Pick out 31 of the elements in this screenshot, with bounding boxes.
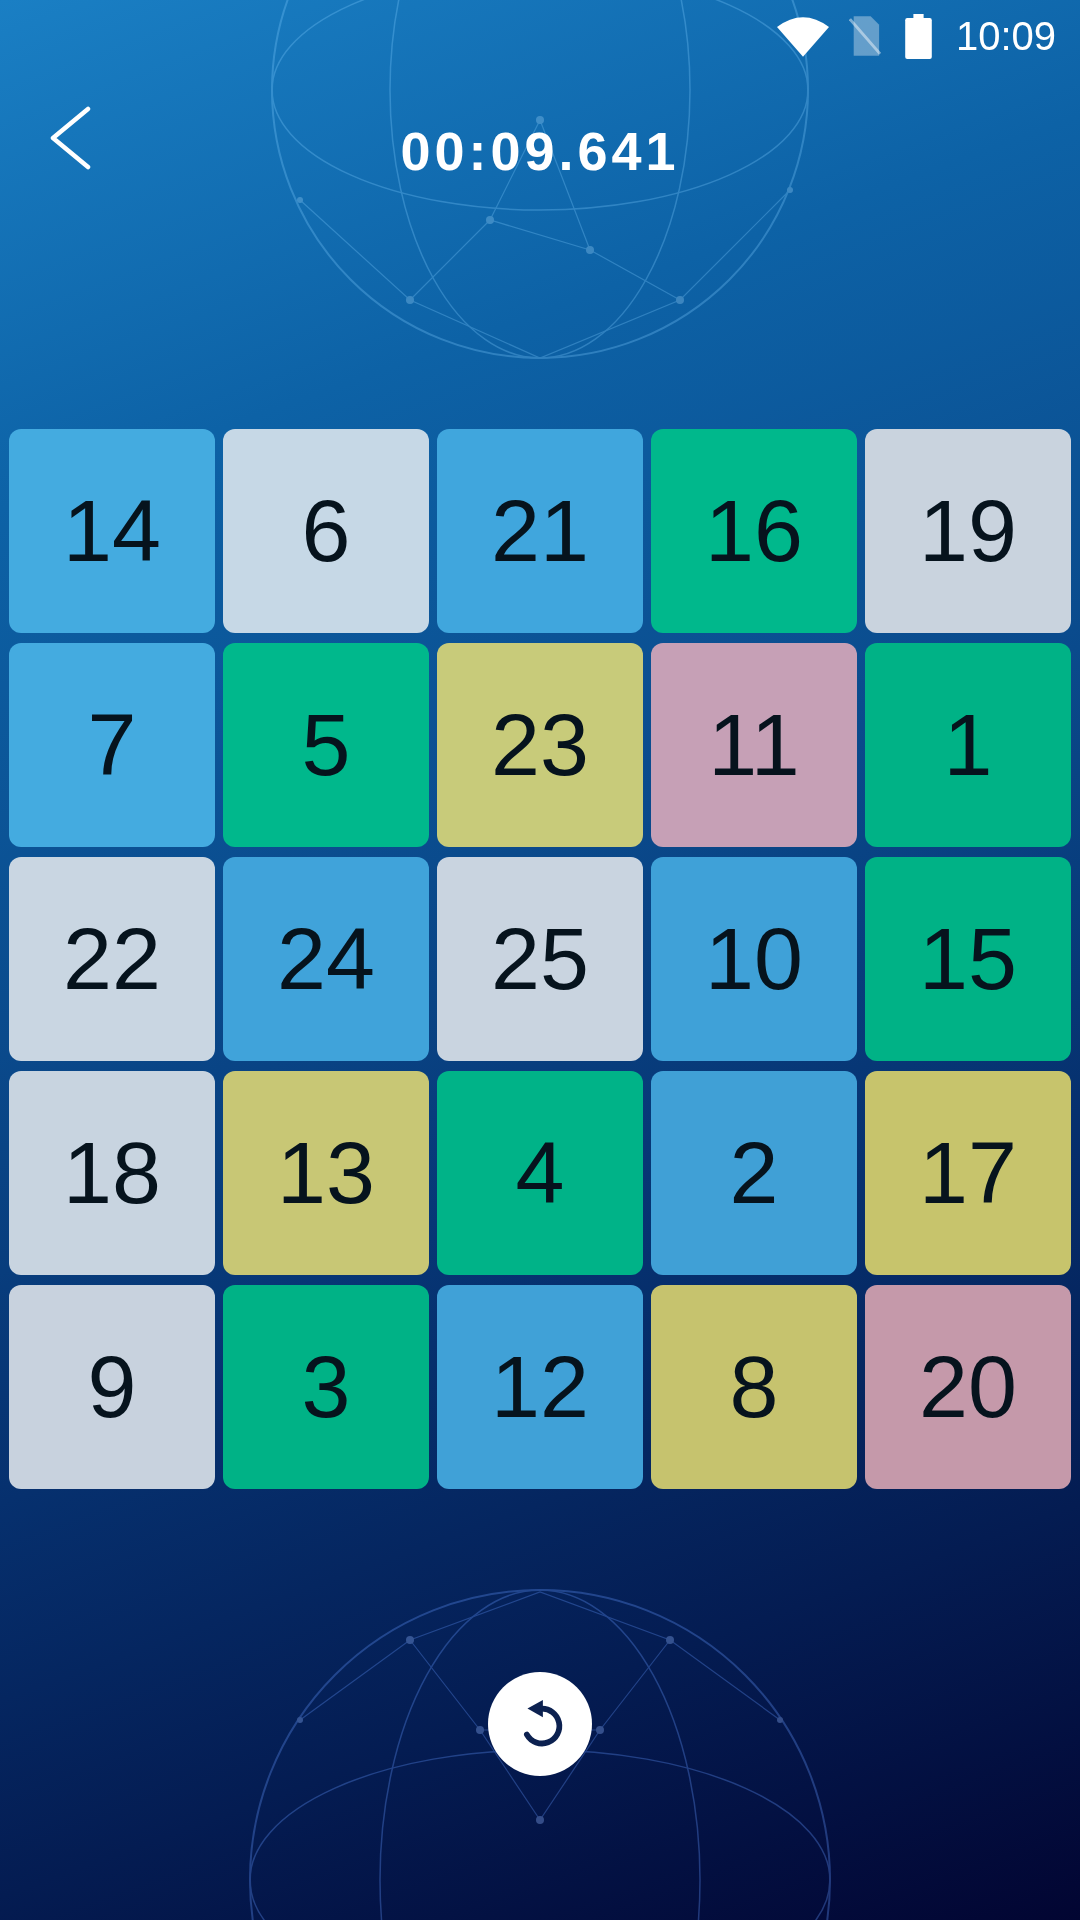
number-tile[interactable]: 17 [865, 1071, 1071, 1275]
number-tile[interactable]: 4 [437, 1071, 643, 1275]
number-tile[interactable]: 16 [651, 429, 857, 633]
number-tile[interactable]: 6 [223, 429, 429, 633]
wifi-icon [776, 15, 829, 57]
number-tile[interactable]: 3 [223, 1285, 429, 1489]
number-tile[interactable]: 1 [865, 643, 1071, 847]
number-tile[interactable]: 10 [651, 857, 857, 1061]
number-tile[interactable]: 8 [651, 1285, 857, 1489]
number-tile[interactable]: 2 [651, 1071, 857, 1275]
number-tile[interactable]: 25 [437, 857, 643, 1061]
number-tile[interactable]: 24 [223, 857, 429, 1061]
battery-icon [904, 13, 932, 59]
number-tile[interactable]: 21 [437, 429, 643, 633]
number-tile[interactable]: 15 [865, 857, 1071, 1061]
number-tile[interactable]: 9 [9, 1285, 215, 1489]
number-tile[interactable]: 12 [437, 1285, 643, 1489]
number-tile[interactable]: 5 [223, 643, 429, 847]
elapsed-timer: 00:09.641 [400, 120, 680, 182]
number-tile[interactable]: 18 [9, 1071, 215, 1275]
number-tile[interactable]: 13 [223, 1071, 429, 1275]
number-tile[interactable]: 20 [865, 1285, 1071, 1489]
no-sim-icon [848, 16, 881, 56]
back-icon [48, 106, 92, 170]
number-tile[interactable]: 7 [9, 643, 215, 847]
number-tile[interactable]: 23 [437, 643, 643, 847]
status-time: 10:09 [955, 13, 1056, 59]
number-tile[interactable]: 19 [865, 429, 1071, 633]
number-tile[interactable]: 14 [9, 429, 215, 633]
number-tile[interactable]: 22 [9, 857, 215, 1061]
number-tile[interactable]: 11 [651, 643, 857, 847]
